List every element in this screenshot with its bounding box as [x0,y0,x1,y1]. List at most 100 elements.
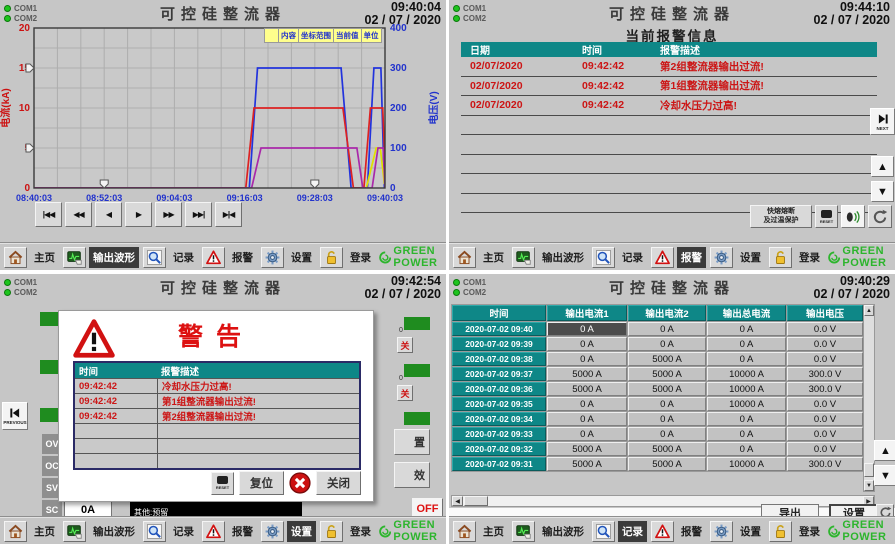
record-value-cell[interactable]: 0.0 V [787,412,863,426]
record-value-cell[interactable]: 0 A [707,412,786,426]
alarm-icon[interactable] [202,521,225,542]
playback-button[interactable]: |◀◀ [35,202,62,227]
record-value-cell[interactable]: 0 A [547,352,627,366]
records-icon[interactable] [592,521,615,542]
record-value-cell[interactable]: 10000 A [707,382,786,396]
login-icon[interactable] [320,521,343,542]
nav-records[interactable]: 记录 [618,247,647,268]
scrollbar-thumb[interactable] [464,496,488,506]
record-value-cell[interactable]: 0 A [707,337,786,351]
alarm-icon[interactable] [651,521,674,542]
record-value-cell[interactable]: 0 A [547,397,627,411]
playback-button[interactable]: ▶|◀ [215,202,242,227]
record-value-cell[interactable]: 5000 A [547,457,627,471]
record-value-cell[interactable]: 0.0 V [787,322,863,336]
waveform-icon[interactable] [512,247,535,268]
record-time-cell[interactable]: 2020-07-02 09:36 [452,382,546,396]
record-value-cell[interactable]: 10000 A [707,397,786,411]
alarm-icon[interactable] [651,247,674,268]
record-value-cell[interactable]: 5000 A [628,442,706,456]
nav-alarm[interactable]: 报警 [228,247,257,268]
alarm-row[interactable]: 02/07/202009:42:42第1组整流器输出过流! [461,77,877,97]
record-value-cell[interactable]: 5000 A [628,382,706,396]
records-icon[interactable] [592,247,615,268]
record-col-header[interactable]: 输出电流2 [628,305,706,321]
record-value-cell[interactable]: 0 A [707,427,786,441]
nav-home[interactable]: 主页 [30,521,59,542]
scrollbar-up-icon[interactable]: ▲ [864,305,874,316]
record-value-cell[interactable]: 0 A [628,412,706,426]
record-value-cell[interactable]: 5000 A [628,352,706,366]
record-time-cell[interactable]: 2020-07-02 09:40 [452,322,546,336]
record-time-cell[interactable]: 2020-07-02 09:31 [452,457,546,471]
settings-icon[interactable] [261,247,284,268]
record-value-cell[interactable]: 0 A [547,322,627,336]
record-value-cell[interactable]: 0 A [547,412,627,426]
settings-icon[interactable] [710,521,733,542]
dialog-reset-icon-button[interactable]: RESET [211,472,234,495]
playback-button[interactable]: ▶▶| [185,202,212,227]
nav-home[interactable]: 主页 [479,521,508,542]
nav-login[interactable]: 登录 [346,247,375,268]
page-down-button[interactable]: ▼ [874,465,895,486]
scrollbar-thumb[interactable] [864,463,874,477]
nav-alarm[interactable]: 报警 [228,521,257,542]
home-icon[interactable] [453,521,476,542]
record-value-cell[interactable]: 0.0 V [787,427,863,441]
record-col-header[interactable]: 输出总电流 [707,305,786,321]
login-icon[interactable] [769,247,792,268]
nav-waveform[interactable]: 输出波形 [538,521,588,542]
mute-button[interactable] [841,205,865,228]
record-value-cell[interactable]: 0 A [628,397,706,411]
record-value-cell[interactable]: 5000 A [547,382,627,396]
nav-waveform[interactable]: 输出波形 [538,247,588,268]
close-x-icon[interactable] [289,472,311,494]
waveform-icon[interactable] [512,521,535,542]
record-time-cell[interactable]: 2020-07-02 09:37 [452,367,546,381]
record-value-cell[interactable]: 300.0 V [787,367,863,381]
refresh-button[interactable] [868,205,892,228]
axis-cursor-handle[interactable] [26,144,34,152]
record-value-cell[interactable]: 0 A [547,337,627,351]
nav-alarm[interactable]: 报警 [677,247,706,268]
nav-records[interactable]: 记录 [169,521,198,542]
login-icon[interactable] [769,521,792,542]
nav-records[interactable]: 记录 [169,247,198,268]
nav-settings[interactable]: 设置 [736,247,765,268]
scrollbar-left-icon[interactable]: ◀ [452,496,463,506]
record-time-cell[interactable]: 2020-07-02 09:34 [452,412,546,426]
record-value-cell[interactable]: 5000 A [628,457,706,471]
nav-login[interactable]: 登录 [795,521,824,542]
record-value-cell[interactable]: 5000 A [628,367,706,381]
record-time-cell[interactable]: 2020-07-02 09:39 [452,337,546,351]
nav-alarm[interactable]: 报警 [677,521,706,542]
record-value-cell[interactable]: 0 A [628,322,706,336]
settings-icon[interactable] [261,521,284,542]
playback-button[interactable]: ▶▶ [155,202,182,227]
record-value-cell[interactable]: 10000 A [707,457,786,471]
alarm-icon[interactable] [202,247,225,268]
alarm-row[interactable]: 02/07/202009:42:42第2组整流器输出过流! [461,57,877,77]
record-value-cell[interactable]: 0 A [628,337,706,351]
dialog-close-button[interactable]: 关闭 [316,471,361,495]
record-time-cell[interactable]: 2020-07-02 09:35 [452,397,546,411]
settings-partial-button[interactable]: 置 [394,429,430,455]
scroll-up-button[interactable]: ▲ [871,156,894,177]
nav-settings[interactable]: 设置 [287,247,316,268]
record-value-cell[interactable]: 10000 A [707,367,786,381]
record-time-cell[interactable]: 2020-07-02 09:38 [452,352,546,366]
off-toggle-button[interactable]: 关 [397,385,413,401]
dialog-reset-button[interactable]: 复位 [239,471,284,495]
record-value-cell[interactable]: 5000 A [547,367,627,381]
record-value-cell[interactable]: 300.0 V [787,457,863,471]
nav-settings[interactable]: 设置 [287,521,316,542]
nav-home[interactable]: 主页 [479,247,508,268]
page-up-button[interactable]: ▲ [874,440,895,461]
login-icon[interactable] [320,247,343,268]
record-value-cell[interactable]: 0 A [707,442,786,456]
record-value-cell[interactable]: 0 A [707,322,786,336]
playback-button[interactable]: ◀◀ [65,202,92,227]
nav-settings[interactable]: 设置 [736,521,765,542]
record-value-cell[interactable]: 300.0 V [787,382,863,396]
reset-button[interactable]: RESET [815,205,838,228]
